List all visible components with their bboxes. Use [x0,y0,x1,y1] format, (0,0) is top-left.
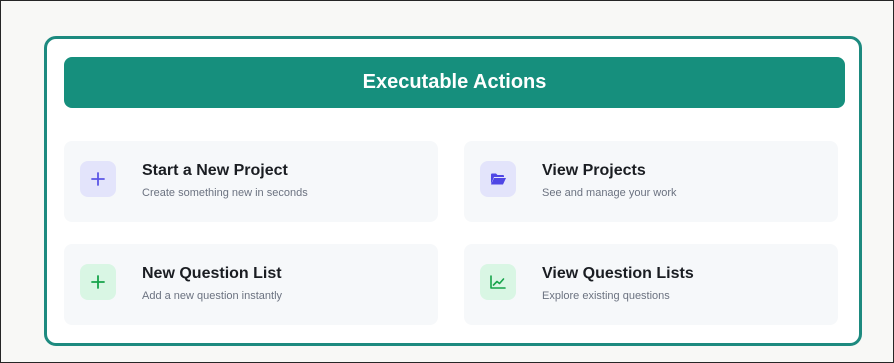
line-chart-icon [480,264,516,300]
view-question-lists-card[interactable]: View Question Lists Explore existing que… [464,244,838,325]
plus-icon [80,264,116,300]
card-title: New Question List [142,265,282,282]
card-subtitle: See and manage your work [542,187,677,199]
plus-icon [80,161,116,197]
card-subtitle: Create something new in seconds [142,187,308,199]
view-projects-card[interactable]: View Projects See and manage your work [464,141,838,222]
card-subtitle: Add a new question instantly [142,290,283,302]
new-question-list-card[interactable]: New Question List Add a new question ins… [64,244,438,325]
page-frame: Executable Actions Start a New Project C… [0,0,894,363]
card-title: View Projects [542,162,646,179]
folder-open-icon [480,161,516,197]
card-subtitle: Explore existing questions [542,290,670,302]
card-title: View Question Lists [542,265,694,282]
panel-header-title: Executable Actions [362,71,547,93]
executable-actions-panel: Executable Actions Start a New Project C… [44,36,862,346]
start-new-project-card[interactable]: Start a New Project Create something new… [64,141,438,222]
card-title: Start a New Project [142,162,288,179]
panel-header: Executable Actions [64,57,845,108]
